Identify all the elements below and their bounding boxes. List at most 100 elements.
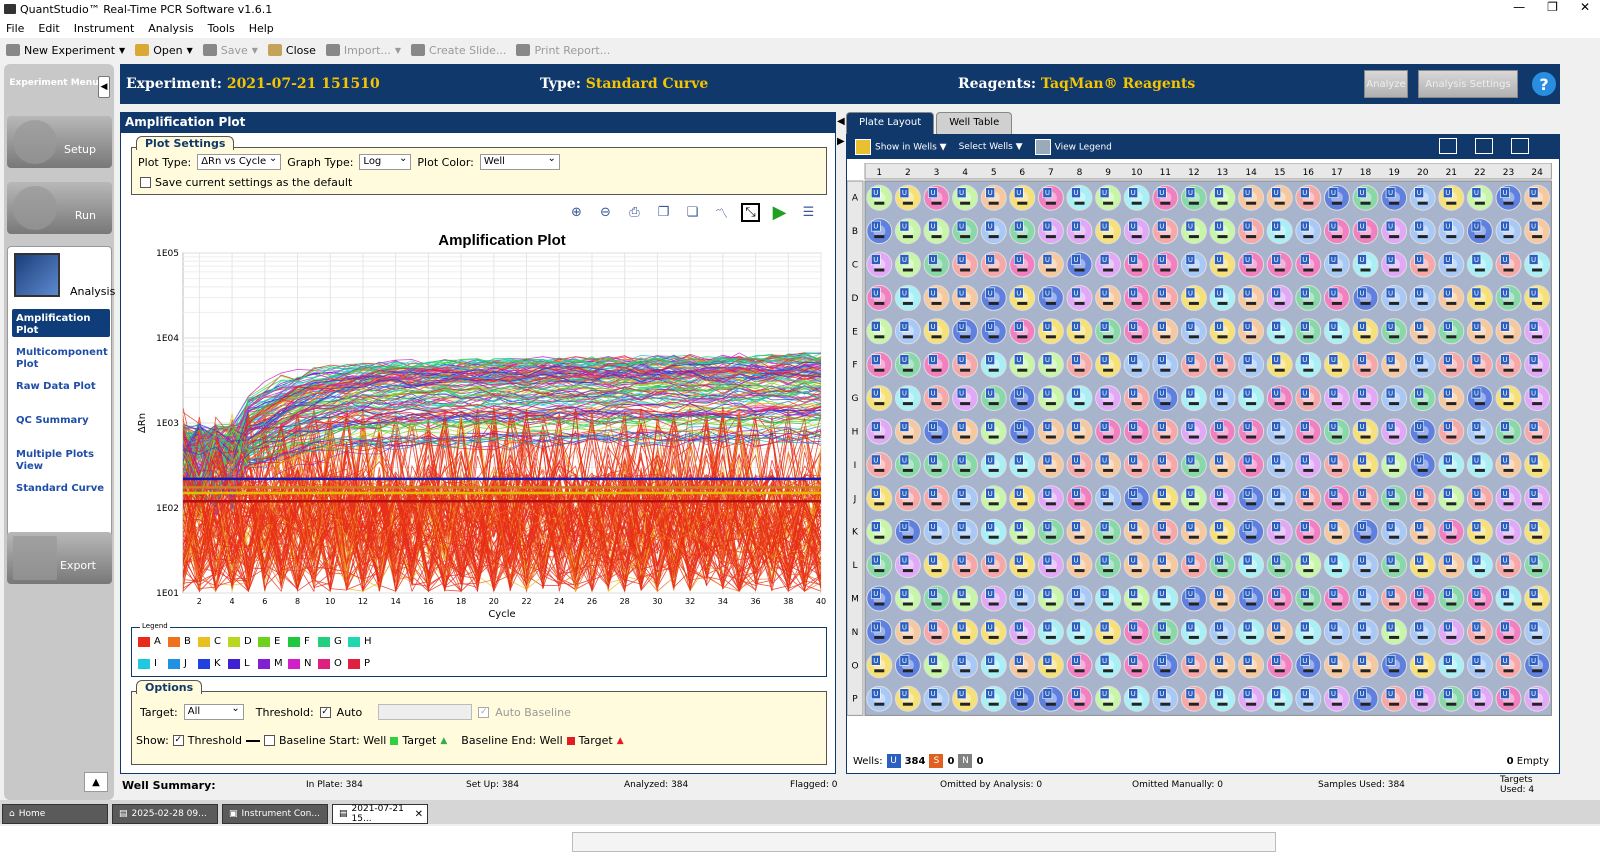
zoom-in-icon[interactable]: ⊕ xyxy=(567,203,586,222)
collapse-sidebar-button[interactable]: ◀ xyxy=(98,76,110,98)
splitter-left-arrow-icon[interactable]: ◀ xyxy=(837,116,845,127)
import-button[interactable]: Import... ▼ xyxy=(325,43,401,57)
analysis-settings-button[interactable]: Analysis Settings xyxy=(1418,70,1518,98)
export-button[interactable]: Export xyxy=(7,532,112,584)
run-button[interactable]: Run xyxy=(7,182,112,234)
save-button[interactable]: Save ▼ xyxy=(202,44,258,57)
well-task-letter: U xyxy=(1131,456,1136,464)
well-task-letter: U xyxy=(1302,189,1307,197)
tab-experiment-2025[interactable]: ▤ 2025-02-28 09... xyxy=(112,804,218,824)
menu-analysis[interactable]: Analysis xyxy=(148,22,193,35)
plate-grid[interactable]: 1 2 3 4 5 6 7 8 9 10 11 12 13 14 15 16 17 18 19 20 21 22 23 24A… xyxy=(847,163,1559,749)
well-task-letter: U xyxy=(1531,557,1536,565)
well-task-letter: U xyxy=(930,523,935,531)
new-experiment-button[interactable]: New Experiment ▼ xyxy=(6,44,125,57)
view-legend-button[interactable]: View Legend xyxy=(1034,139,1112,155)
well-target-bar xyxy=(1160,468,1171,472)
copy-data-icon[interactable]: ❏ xyxy=(683,203,702,222)
well-task-letter: U xyxy=(1417,356,1422,364)
copy-plot-icon[interactable]: ❐ xyxy=(654,203,673,222)
menu-tools[interactable]: Tools xyxy=(208,22,235,35)
well-task-letter: U xyxy=(873,657,878,665)
well-target-bar xyxy=(902,268,913,272)
zoom-out-icon[interactable]: ⊖ xyxy=(596,203,615,222)
horizontal-scrollbar[interactable] xyxy=(572,832,1276,852)
plot-type-select[interactable]: ΔRn vs Cycle xyxy=(197,153,282,170)
list-icon[interactable]: ☰ xyxy=(799,203,818,222)
restore-button[interactable]: ❐ xyxy=(1547,0,1558,14)
play-icon[interactable]: ▶ xyxy=(770,202,789,223)
print-report-button[interactable]: Print Report... xyxy=(516,44,610,57)
target-select[interactable]: All xyxy=(183,703,244,720)
threshold-input[interactable] xyxy=(378,704,473,720)
tab-experiment-2021[interactable]: ▤ 2021-07-21 15... ✕ xyxy=(332,804,428,824)
print-plot-icon[interactable]: ⎙ xyxy=(625,203,644,222)
tab-home[interactable]: ⌂ Home xyxy=(2,804,108,824)
close-tab-icon[interactable]: ✕ xyxy=(415,809,423,820)
plot-color-select[interactable]: Well xyxy=(479,153,560,170)
well-task-letter: U xyxy=(1245,323,1250,331)
minimize-button[interactable]: — xyxy=(1513,0,1525,14)
help-icon[interactable]: ? xyxy=(1532,72,1556,96)
nav-amplification-plot[interactable]: Amplification Plot xyxy=(12,309,110,337)
nav-standard-curve[interactable]: Standard Curve xyxy=(16,483,112,495)
instrument-icon: ▣ xyxy=(229,809,238,819)
well-task-letter: U xyxy=(1531,690,1536,698)
well-target-bar xyxy=(1532,502,1543,506)
select-wells-button[interactable]: Select Wells ▼ xyxy=(959,142,1023,152)
well-task-letter: U xyxy=(988,690,993,698)
analysis-chart-icon[interactable] xyxy=(14,253,60,297)
nav-multiple-plots-view[interactable]: Multiple Plots View xyxy=(16,449,112,473)
save-default-checkbox[interactable] xyxy=(140,177,151,188)
amplification-chart[interactable]: Amplification Plot1E011E021E031E041E052 4… xyxy=(131,225,831,625)
well-target-bar xyxy=(1188,702,1199,706)
show-in-wells-button[interactable]: Show in Wells ▼ xyxy=(855,139,947,155)
well-target-bar xyxy=(902,502,913,506)
show-baseline-checkbox[interactable] xyxy=(264,735,276,746)
menu-file[interactable]: File xyxy=(6,22,24,35)
well-task-letter: U xyxy=(959,590,964,598)
auto-baseline-checkbox[interactable]: ✓ xyxy=(478,706,490,718)
setup-button[interactable]: Setup xyxy=(7,116,112,168)
well-task-letter: U xyxy=(1445,390,1450,398)
menu-edit[interactable]: Edit xyxy=(38,22,59,35)
gear-icon xyxy=(13,186,57,230)
create-slide-button[interactable]: Create Slide... xyxy=(411,44,506,57)
nav-qc-summary[interactable]: QC Summary xyxy=(16,415,112,427)
tab-well-table[interactable]: Well Table xyxy=(936,112,1013,134)
graph-type-select[interactable]: Log xyxy=(359,153,412,170)
well-target-bar xyxy=(960,602,971,606)
well-task-letter: U xyxy=(1331,289,1336,297)
well-target-bar xyxy=(960,635,971,639)
plate-view-icon[interactable] xyxy=(1439,138,1457,154)
nav-raw-data-plot[interactable]: Raw Data Plot xyxy=(16,381,112,393)
well-task-letter: U xyxy=(1302,223,1307,231)
threshold-auto-checkbox[interactable]: ✓ xyxy=(319,706,331,718)
well-task-letter: U xyxy=(1359,189,1364,197)
show-threshold-checkbox[interactable]: ✓ xyxy=(172,735,184,746)
well-task-letter: U xyxy=(1388,423,1393,431)
expand-plot-icon[interactable]: ⤡ xyxy=(741,203,760,222)
well-task-letter: U xyxy=(1474,356,1479,364)
open-button[interactable]: Open ▼ xyxy=(135,44,193,57)
menu-instrument[interactable]: Instrument xyxy=(74,22,135,35)
fit-plate-icon[interactable] xyxy=(1511,138,1529,154)
nav-multicomponent-plot[interactable]: Multicomponent Plot xyxy=(16,347,112,371)
menu-help[interactable]: Help xyxy=(249,22,274,35)
legend-swatch xyxy=(228,658,240,669)
well-task-letter: U xyxy=(1216,256,1221,264)
splitter-right-arrow-icon[interactable]: ▶ xyxy=(837,136,845,147)
tab-plate-layout[interactable]: Plate Layout xyxy=(846,112,935,134)
analyze-button[interactable]: Analyze xyxy=(1364,70,1408,98)
close-button[interactable]: Close xyxy=(267,44,316,57)
plot-properties-icon[interactable]: 〽 xyxy=(712,203,731,222)
well-task-letter: U xyxy=(1474,523,1479,531)
scroll-up-button[interactable]: ▲ xyxy=(84,772,108,792)
import-label: Import... xyxy=(343,43,391,57)
print-icon xyxy=(516,44,531,56)
well-target-bar xyxy=(902,201,913,205)
well-target-bar xyxy=(1446,235,1457,239)
close-window-button[interactable]: ✕ xyxy=(1580,0,1590,14)
tab-instrument-console[interactable]: ▣ Instrument Con... xyxy=(222,804,328,824)
table-view-icon[interactable] xyxy=(1475,138,1493,154)
